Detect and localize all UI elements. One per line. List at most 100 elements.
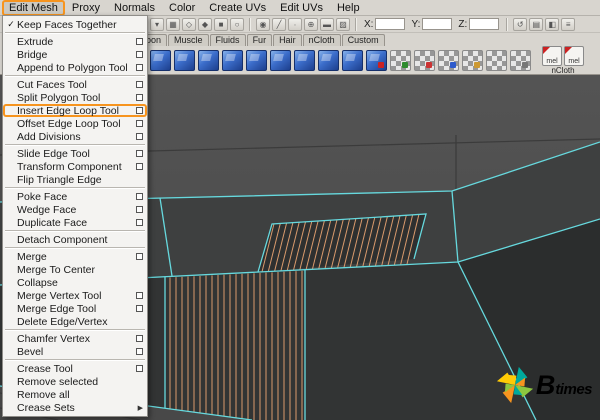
shelf-tab-ncloth[interactable]: nCloth [302, 34, 341, 46]
snap-projected-center-icon[interactable]: ⊕ [304, 17, 318, 31]
option-box-icon[interactable] [136, 133, 143, 140]
render-settings-icon[interactable]: ≡ [561, 17, 576, 31]
snap-view-plane-icon[interactable]: ▬ [320, 17, 334, 31]
menu-item-label: Delete Edge/Vertex [17, 315, 108, 328]
select-object-icon[interactable]: ▦ [166, 17, 180, 31]
menu-item-merge-to-center[interactable]: Merge To Center [3, 263, 147, 276]
menubar-item-help[interactable]: Help [330, 1, 367, 15]
snap-curve-icon[interactable]: ╱ [272, 17, 286, 31]
option-box-icon[interactable] [136, 348, 143, 355]
lock-selection-icon[interactable]: ■ [214, 17, 228, 31]
menu-item-add-divisions[interactable]: Add Divisions [3, 130, 147, 143]
menu-item-poke-face[interactable]: Poke Face [3, 190, 147, 203]
construction-history-icon[interactable]: ↺ [513, 17, 528, 31]
texture-checker-icon-2[interactable] [414, 49, 435, 71]
option-box-icon[interactable] [136, 64, 143, 71]
menu-item-merge[interactable]: Merge [3, 250, 147, 263]
menubar-item-proxy[interactable]: Proxy [65, 1, 107, 15]
menu-item-remove-selected[interactable]: Remove selected [3, 375, 147, 388]
menubar-item-edit-uvs[interactable]: Edit UVs [273, 1, 330, 15]
option-box-icon[interactable] [136, 365, 143, 372]
coord-label-z: Z: [458, 18, 468, 30]
option-box-icon[interactable] [136, 163, 143, 170]
menu-item-offset-edge-loop-tool[interactable]: Offset Edge Loop Tool [3, 117, 147, 130]
option-box-icon[interactable] [136, 107, 143, 114]
menu-item-merge-edge-tool[interactable]: Merge Edge Tool [3, 302, 147, 315]
texture-checker-icon-4[interactable] [462, 49, 483, 71]
menu-item-detach-component[interactable]: Detach Component [3, 233, 147, 246]
ncloth-shelf-icon-4[interactable] [222, 49, 243, 71]
mel-script-icon-1[interactable]: mel [542, 45, 562, 66]
option-box-icon[interactable] [136, 292, 143, 299]
menu-item-duplicate-face[interactable]: Duplicate Face [3, 216, 147, 229]
menubar-item-edit-mesh[interactable]: Edit Mesh [2, 0, 65, 16]
menu-item-merge-vertex-tool[interactable]: Merge Vertex Tool [3, 289, 147, 302]
option-box-icon[interactable] [136, 150, 143, 157]
snap-point-icon[interactable]: ∙ [288, 17, 302, 31]
coord-input-y[interactable] [422, 18, 453, 30]
shelf-tab-hair[interactable]: Hair [273, 34, 302, 46]
select-component-icon[interactable]: ◇ [182, 17, 196, 31]
option-box-icon[interactable] [136, 94, 143, 101]
highlight-selection-icon[interactable]: ○ [230, 17, 244, 31]
menu-item-chamfer-vertex[interactable]: Chamfer Vertex [3, 332, 147, 345]
menu-item-bridge[interactable]: Bridge [3, 48, 147, 61]
shelf-tab-custom[interactable]: Custom [341, 34, 385, 46]
texture-checker-icon-1[interactable] [390, 49, 411, 71]
menu-item-flip-triangle-edge[interactable]: Flip Triangle Edge [3, 173, 147, 186]
ncloth-shelf-icon-8[interactable] [318, 49, 339, 71]
menu-item-keep-faces-together[interactable]: ✓ Keep Faces Together [3, 18, 147, 31]
option-box-icon[interactable] [136, 51, 143, 58]
menu-item-crease-tool[interactable]: Crease Tool [3, 362, 147, 375]
ipr-render-icon[interactable]: ◧ [545, 17, 560, 31]
texture-checker-icon-3[interactable] [438, 49, 459, 71]
menu-item-wedge-face[interactable]: Wedge Face [3, 203, 147, 216]
option-box-icon[interactable] [136, 219, 143, 226]
menu-item-delete-edge-vertex[interactable]: Delete Edge/Vertex [3, 315, 147, 328]
ncloth-shelf-icon-9[interactable] [342, 49, 363, 71]
option-box-icon[interactable] [136, 38, 143, 45]
menubar-item-normals[interactable]: Normals [107, 1, 162, 15]
option-box-icon[interactable] [136, 193, 143, 200]
ncloth-shelf-icon-1[interactable] [150, 49, 171, 71]
menu-item-collapse[interactable]: Collapse [3, 276, 147, 289]
menu-item-label: Slide Edge Tool [17, 147, 90, 160]
menu-item-split-polygon-tool[interactable]: Split Polygon Tool [3, 91, 147, 104]
mel-script-icon-2[interactable]: mel [564, 45, 584, 66]
menu-item-bevel[interactable]: Bevel [3, 345, 147, 358]
make-live-icon[interactable]: ▨ [336, 17, 350, 31]
ncloth-shelf-icon-10[interactable] [366, 49, 387, 71]
menubar-item-create-uvs[interactable]: Create UVs [202, 1, 273, 15]
option-box-icon[interactable] [136, 335, 143, 342]
select-mask-icon[interactable]: ◆ [198, 17, 212, 31]
menu-item-remove-all[interactable]: Remove all [3, 388, 147, 401]
select-hierarchy-icon[interactable]: ▾ [150, 17, 164, 31]
snap-grid-icon[interactable]: ◉ [256, 17, 270, 31]
menu-item-append-to-polygon-tool[interactable]: Append to Polygon Tool [3, 61, 147, 74]
ncloth-shelf-icon-6[interactable] [270, 49, 291, 71]
menu-item-insert-edge-loop-tool[interactable]: Insert Edge Loop Tool [3, 104, 147, 117]
shelf-tab-fluids[interactable]: Fluids [209, 34, 246, 46]
menu-item-crease-sets[interactable]: Crease Sets ▶ [3, 401, 147, 414]
coord-input-z[interactable] [469, 18, 500, 30]
option-box-icon[interactable] [136, 81, 143, 88]
shelf-tab-muscle[interactable]: Muscle [168, 34, 209, 46]
ncloth-shelf-icon-5[interactable] [246, 49, 267, 71]
ncloth-shelf-icon-7[interactable] [294, 49, 315, 71]
option-box-icon[interactable] [136, 305, 143, 312]
menubar-item-color[interactable]: Color [162, 1, 202, 15]
option-box-icon[interactable] [136, 253, 143, 260]
ncloth-shelf-icon-3[interactable] [198, 49, 219, 71]
option-box-icon[interactable] [136, 206, 143, 213]
menu-item-transform-component[interactable]: Transform Component [3, 160, 147, 173]
shelf-tab-fur[interactable]: Fur [246, 34, 273, 46]
menu-item-cut-faces-tool[interactable]: Cut Faces Tool [3, 78, 147, 91]
render-view-icon[interactable]: ▤ [529, 17, 544, 31]
texture-checker-icon-5[interactable] [486, 49, 507, 71]
coord-input-x[interactable] [375, 18, 406, 30]
menu-item-slide-edge-tool[interactable]: Slide Edge Tool [3, 147, 147, 160]
menu-item-extrude[interactable]: Extrude [3, 35, 147, 48]
texture-checker-icon-6[interactable] [510, 49, 531, 71]
option-box-icon[interactable] [136, 120, 143, 127]
ncloth-shelf-icon-2[interactable] [174, 49, 195, 71]
